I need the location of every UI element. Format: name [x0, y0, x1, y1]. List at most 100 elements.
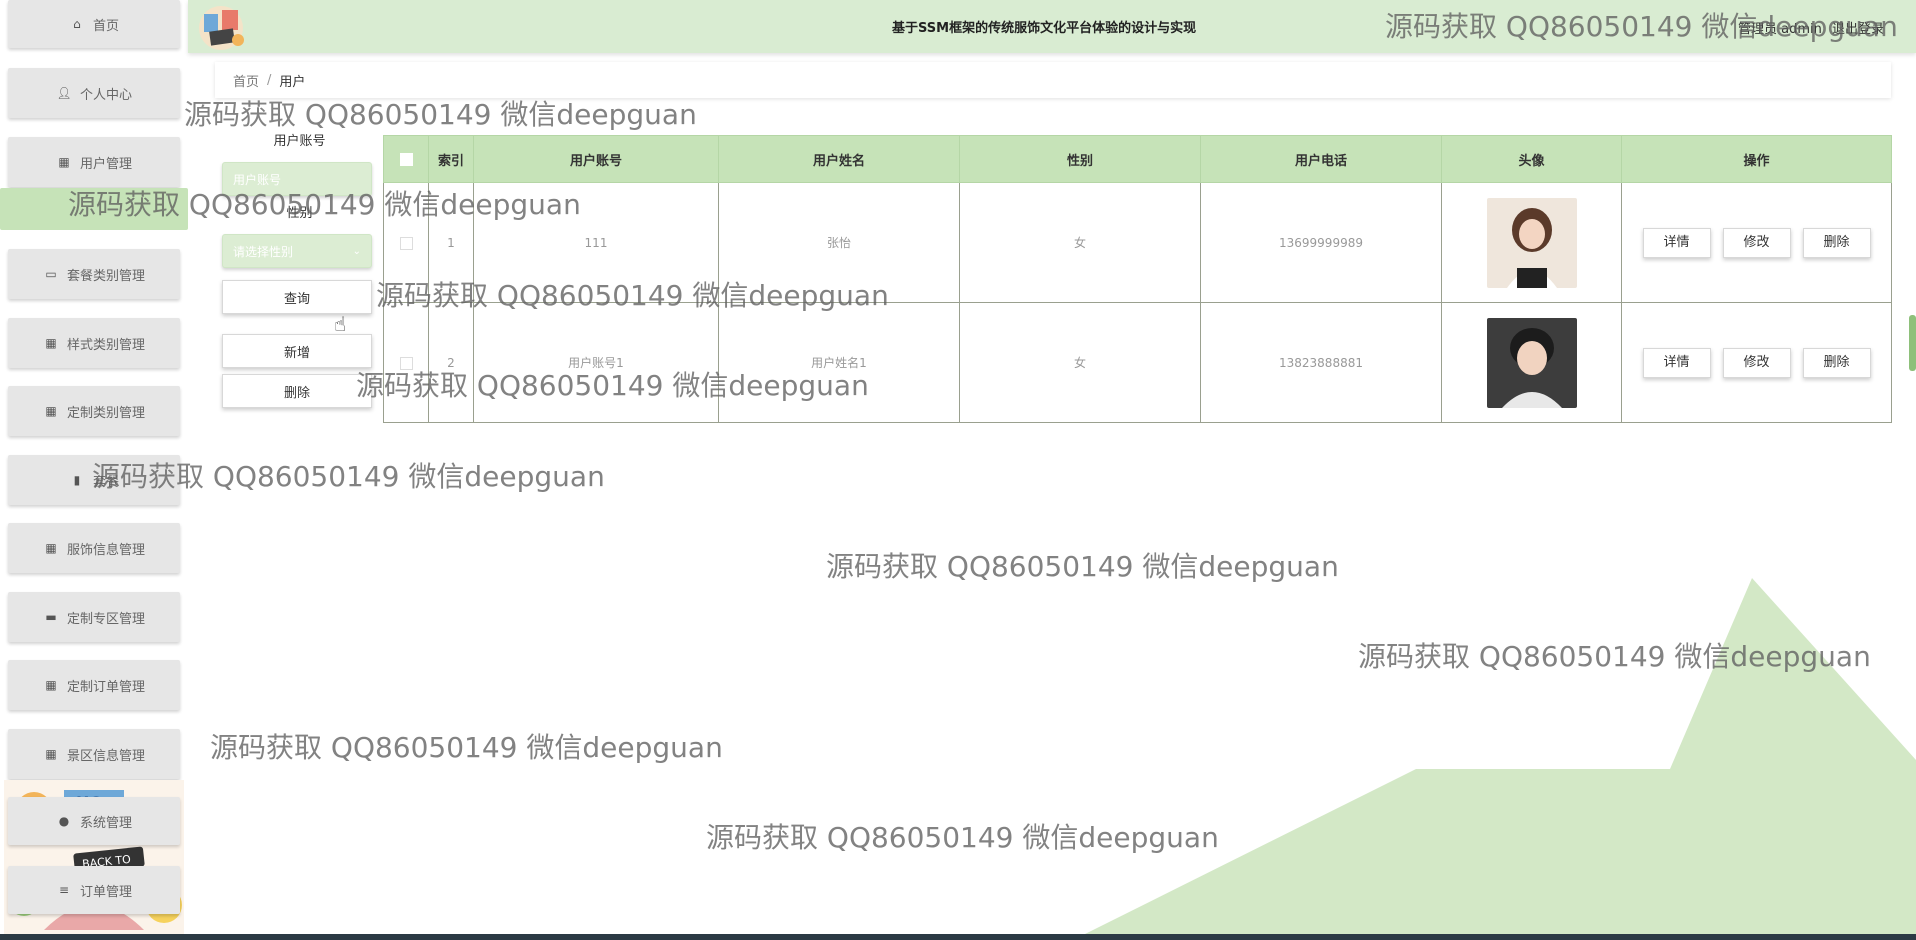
user-icon: 👤︎	[56, 86, 72, 100]
sidebar-item-user-management[interactable]: ▦ 用户管理	[8, 137, 180, 187]
row-checkbox[interactable]	[399, 356, 413, 370]
gender-select-placeholder: 请选择性别	[233, 244, 294, 259]
actions-cell: 详情 修改 删除	[1621, 182, 1892, 303]
column-header: 用户姓名	[718, 135, 960, 183]
home-icon: ⌂	[73, 17, 81, 31]
female-avatar	[1486, 197, 1577, 288]
sidebar-item-profile[interactable]: 👤︎ 个人中心	[8, 68, 180, 118]
monitor-icon: ▬	[45, 610, 57, 624]
sidebar-item-clothing[interactable]: ▦ 服饰信息管理	[8, 523, 180, 573]
sidebar-item-label: 定制类别管理	[66, 405, 145, 421]
sidebar-item-label: 系统管理	[79, 815, 132, 831]
grid-icon: ▦	[58, 155, 70, 169]
gender-select[interactable]: 请选择性别 ⌄	[222, 234, 372, 268]
avatar-cell	[1441, 302, 1622, 423]
sidebar-item-label: 订单管理	[79, 884, 132, 900]
sidebar-item-scenic[interactable]: ▦ 景区信息管理	[8, 729, 180, 779]
sidebar-item-package-category[interactable]: ▭ 套餐类别管理	[8, 249, 180, 299]
sidebar-item-style-category[interactable]: ▦ 样式类别管理	[8, 318, 180, 368]
sidebar-item-custom-order[interactable]: ▦ 定制订单管理	[8, 660, 180, 710]
index-cell: 1	[428, 182, 474, 303]
table-row: 2 用户账号1 用户姓名1 女 13823888881 详情 修改 删除	[383, 302, 1892, 423]
grid-icon: ▦	[45, 404, 57, 418]
detail-button[interactable]: 详情	[1642, 227, 1711, 258]
detail-button[interactable]: 详情	[1642, 347, 1711, 378]
sidebar-item-system[interactable]: ● 系统管理	[8, 797, 180, 845]
column-header: 性别	[959, 135, 1201, 183]
index-cell: 2	[428, 302, 474, 423]
grid-icon: ▦	[45, 678, 57, 692]
male-avatar	[1486, 317, 1577, 408]
actions-cell: 详情 修改 删除	[1621, 302, 1892, 423]
column-header: 用户电话	[1200, 135, 1442, 183]
app-title: 基于SSM框架的传统服饰文化平台体验的设计与实现	[892, 21, 1197, 36]
edit-button[interactable]: 修改	[1722, 227, 1791, 258]
sidebar-item-custom-zone[interactable]: ▬ 定制专区管理	[8, 592, 180, 642]
grid-icon: ▦	[45, 541, 57, 555]
avatar-cell	[1441, 182, 1622, 303]
logout-link[interactable]: 退出登录	[1832, 22, 1884, 37]
account-cell: 用户账号1	[473, 302, 719, 423]
sidebar-item-label: 套餐类别管理	[66, 268, 145, 284]
grid-icon: ▦	[45, 747, 57, 761]
sidebar-item-package[interactable]: ▮ 套餐	[8, 455, 180, 505]
sidebar-item-order[interactable]: ≡ 订单管理	[8, 866, 180, 914]
account-input[interactable]: 用户账号	[222, 162, 372, 196]
grid-icon: ▦	[45, 336, 57, 350]
column-header: 用户账号	[473, 135, 719, 183]
menu-icon: ≡	[58, 883, 70, 897]
name-cell: 张怡	[718, 182, 960, 303]
username: admin	[1781, 22, 1822, 37]
edit-button[interactable]: 修改	[1722, 347, 1791, 378]
select-all-checkbox[interactable]	[399, 152, 413, 166]
logo-image	[199, 6, 244, 50]
clipboard-icon: ▮	[73, 473, 81, 487]
breadcrumb: 首页 / 用户	[215, 62, 1891, 98]
search-panel: 用户账号 用户账号 性别 请选择性别 ⌄ 查询 新增 删除	[222, 132, 377, 408]
row-checkbox[interactable]	[399, 236, 413, 250]
user-info: 管理员 admin 退出登录	[1738, 18, 1890, 37]
row-delete-button[interactable]: 删除	[1802, 347, 1871, 378]
gender-cell: 女	[959, 302, 1201, 423]
add-button[interactable]: 新增	[222, 334, 372, 368]
user-table: 索引 用户账号 用户姓名 性别 用户电话 头像 操作 1 111 张怡 女 13…	[383, 135, 1892, 423]
breadcrumb-home[interactable]: 首页	[233, 71, 259, 90]
gender-cell: 女	[959, 182, 1201, 303]
briefcase-icon: ▭	[45, 267, 57, 281]
sidebar-item-label: 样式类别管理	[66, 337, 145, 353]
breadcrumb-current: 用户	[279, 74, 306, 90]
gender-label: 性别	[286, 206, 313, 221]
sidebar: ⌂ 首页 👤︎ 个人中心 ▦ 用户管理 ▭ 套餐类别管理 ▦ 样式类别管理 ▦ 定制类别管理…	[0, 0, 188, 934]
scrollbar[interactable]	[1909, 315, 1916, 371]
account-label: 用户账号	[273, 134, 326, 149]
sidebar-item-label: 定制专区管理	[66, 611, 145, 627]
sidebar-item-label: 定制订单管理	[66, 679, 145, 695]
user-role: 管理员	[1738, 22, 1778, 37]
sidebar-item-label: 景区信息管理	[66, 748, 145, 764]
pin-icon: ●	[58, 814, 70, 828]
delete-button[interactable]: 删除	[222, 374, 372, 408]
bottom-bar	[0, 934, 1916, 940]
query-button[interactable]: 查询	[222, 280, 372, 314]
column-header: 索引	[428, 135, 474, 183]
phone-cell: 13823888881	[1200, 302, 1442, 423]
select-all-cell[interactable]	[383, 135, 429, 183]
sidebar-item-label: 服饰信息管理	[66, 542, 145, 558]
sidebar-item-label: 套餐	[92, 474, 119, 490]
account-cell: 111	[473, 182, 719, 303]
sidebar-item-label: 首页	[92, 18, 119, 34]
sidebar-item-user[interactable]	[0, 188, 188, 230]
column-header: 操作	[1621, 135, 1892, 183]
sidebar-item-home[interactable]: ⌂ 首页	[8, 0, 180, 48]
table-header-row: 索引 用户账号 用户姓名 性别 用户电话 头像 操作	[383, 135, 1892, 183]
table-row: 1 111 张怡 女 13699999989 详情 修改 删除	[383, 182, 1892, 303]
row-delete-button[interactable]: 删除	[1802, 227, 1871, 258]
sidebar-item-label: 用户管理	[79, 156, 132, 172]
phone-cell: 13699999989	[1200, 182, 1442, 303]
name-cell: 用户姓名1	[718, 302, 960, 423]
sidebar-item-label: 个人中心	[79, 87, 132, 103]
hand-cursor-icon: ☝	[334, 312, 347, 336]
column-header: 头像	[1441, 135, 1622, 183]
sidebar-item-custom-category[interactable]: ▦ 定制类别管理	[8, 386, 180, 436]
breadcrumb-separator: /	[267, 72, 272, 88]
